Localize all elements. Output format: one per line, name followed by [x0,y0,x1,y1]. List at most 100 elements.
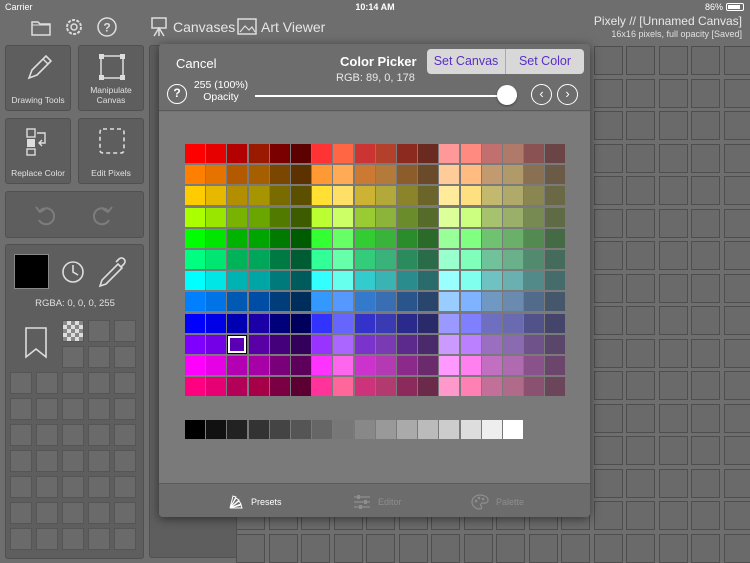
color-swatch[interactable] [460,144,481,163]
canvas-pixel[interactable] [691,468,720,498]
canvas-pixel[interactable] [236,533,265,563]
opacity-slider-track[interactable] [255,95,517,97]
color-swatch[interactable] [206,186,227,206]
saved-color-slot[interactable] [88,476,110,498]
color-swatch[interactable] [481,250,502,269]
color-swatch[interactable] [312,271,333,291]
color-swatch[interactable] [503,165,523,185]
saved-color-slot[interactable] [10,450,32,472]
saved-color-slot[interactable] [36,502,58,524]
color-swatch[interactable] [312,356,333,375]
canvas-pixel[interactable] [658,533,688,563]
color-swatch[interactable] [481,313,502,333]
color-swatch[interactable] [333,250,354,269]
color-swatch[interactable] [545,271,566,291]
color-swatch[interactable] [185,271,205,291]
canvas-pixel[interactable] [626,78,655,108]
color-swatch[interactable] [503,313,523,333]
transparent-swatch[interactable] [62,320,84,342]
saved-color-slot[interactable] [88,320,110,342]
color-swatch[interactable] [503,207,523,227]
opacity-slider-thumb[interactable] [497,85,517,105]
color-swatch[interactable] [545,377,566,397]
gray-swatch[interactable] [354,420,375,439]
canvas-pixel[interactable] [691,273,720,303]
color-swatch[interactable] [375,186,396,206]
gray-swatch[interactable] [185,420,205,439]
color-swatch[interactable] [375,334,396,354]
saved-color-slot[interactable] [62,346,84,368]
color-swatch[interactable] [291,334,311,354]
color-swatch[interactable] [206,228,227,248]
color-swatch[interactable] [248,186,269,206]
color-swatch[interactable] [503,186,523,206]
color-swatch[interactable] [354,334,375,354]
canvas-pixel[interactable] [658,176,688,205]
eyedropper-icon[interactable] [94,254,132,292]
canvas-pixel[interactable] [626,403,655,433]
color-swatch[interactable] [460,356,481,375]
canvas-pixel[interactable] [691,208,720,238]
canvas-pixel[interactable] [626,533,655,563]
canvas-pixel[interactable] [398,533,428,563]
color-swatch[interactable] [269,377,290,397]
color-swatch[interactable] [397,144,417,163]
color-swatch[interactable] [185,144,205,163]
color-swatch[interactable] [397,292,417,312]
tab-editor[interactable]: Editor [352,493,402,511]
color-swatch[interactable] [397,313,417,333]
color-swatch[interactable] [206,144,227,163]
color-swatch[interactable] [354,186,375,206]
color-swatch[interactable] [185,228,205,248]
color-swatch[interactable] [206,165,227,185]
color-swatch[interactable] [460,292,481,312]
canvas-pixel[interactable] [723,306,750,335]
canvas-pixel[interactable] [691,46,720,75]
color-swatch[interactable] [269,250,290,269]
folder-icon[interactable] [30,16,52,38]
color-swatch[interactable] [248,292,269,312]
color-swatch[interactable] [481,271,502,291]
color-swatch[interactable] [375,313,396,333]
canvas-pixel[interactable] [723,403,750,433]
saved-color-slot[interactable] [114,320,136,342]
saved-color-slot[interactable] [10,502,32,524]
color-swatch[interactable] [375,228,396,248]
color-swatch[interactable] [269,186,290,206]
color-swatch[interactable] [503,356,523,375]
color-swatch[interactable] [354,165,375,185]
tab-presets[interactable]: Presets [227,493,282,511]
color-swatch[interactable] [333,356,354,375]
color-swatch[interactable] [248,356,269,375]
color-swatch[interactable] [206,271,227,291]
color-swatch[interactable] [312,228,333,248]
gray-swatch[interactable] [269,420,290,439]
color-swatch[interactable] [481,356,502,375]
color-swatch[interactable] [524,292,545,312]
color-swatch[interactable] [397,250,417,269]
color-swatch[interactable] [185,165,205,185]
color-swatch[interactable] [460,250,481,269]
color-swatch[interactable] [248,250,269,269]
saved-color-slot[interactable] [62,476,84,498]
color-swatch[interactable] [524,165,545,185]
redo-icon[interactable] [88,201,116,229]
color-swatch[interactable] [375,377,396,397]
canvas-pixel[interactable] [658,501,688,530]
canvas-pixel[interactable] [658,468,688,498]
gear-icon[interactable] [63,16,85,38]
edit-pixels-button[interactable]: Edit Pixels [78,118,144,184]
color-swatch[interactable] [503,144,523,163]
color-swatch[interactable] [291,228,311,248]
set-color-button[interactable]: Set Color [506,49,584,74]
color-swatch[interactable] [439,144,460,163]
color-swatch[interactable] [333,228,354,248]
color-swatch[interactable] [269,165,290,185]
saved-color-slot[interactable] [114,450,136,472]
color-swatch[interactable] [291,377,311,397]
canvas-pixel[interactable] [691,176,720,205]
canvas-pixel[interactable] [366,533,395,563]
color-swatch[interactable] [397,207,417,227]
gray-swatch[interactable] [248,420,269,439]
canvas-pixel[interactable] [593,533,623,563]
